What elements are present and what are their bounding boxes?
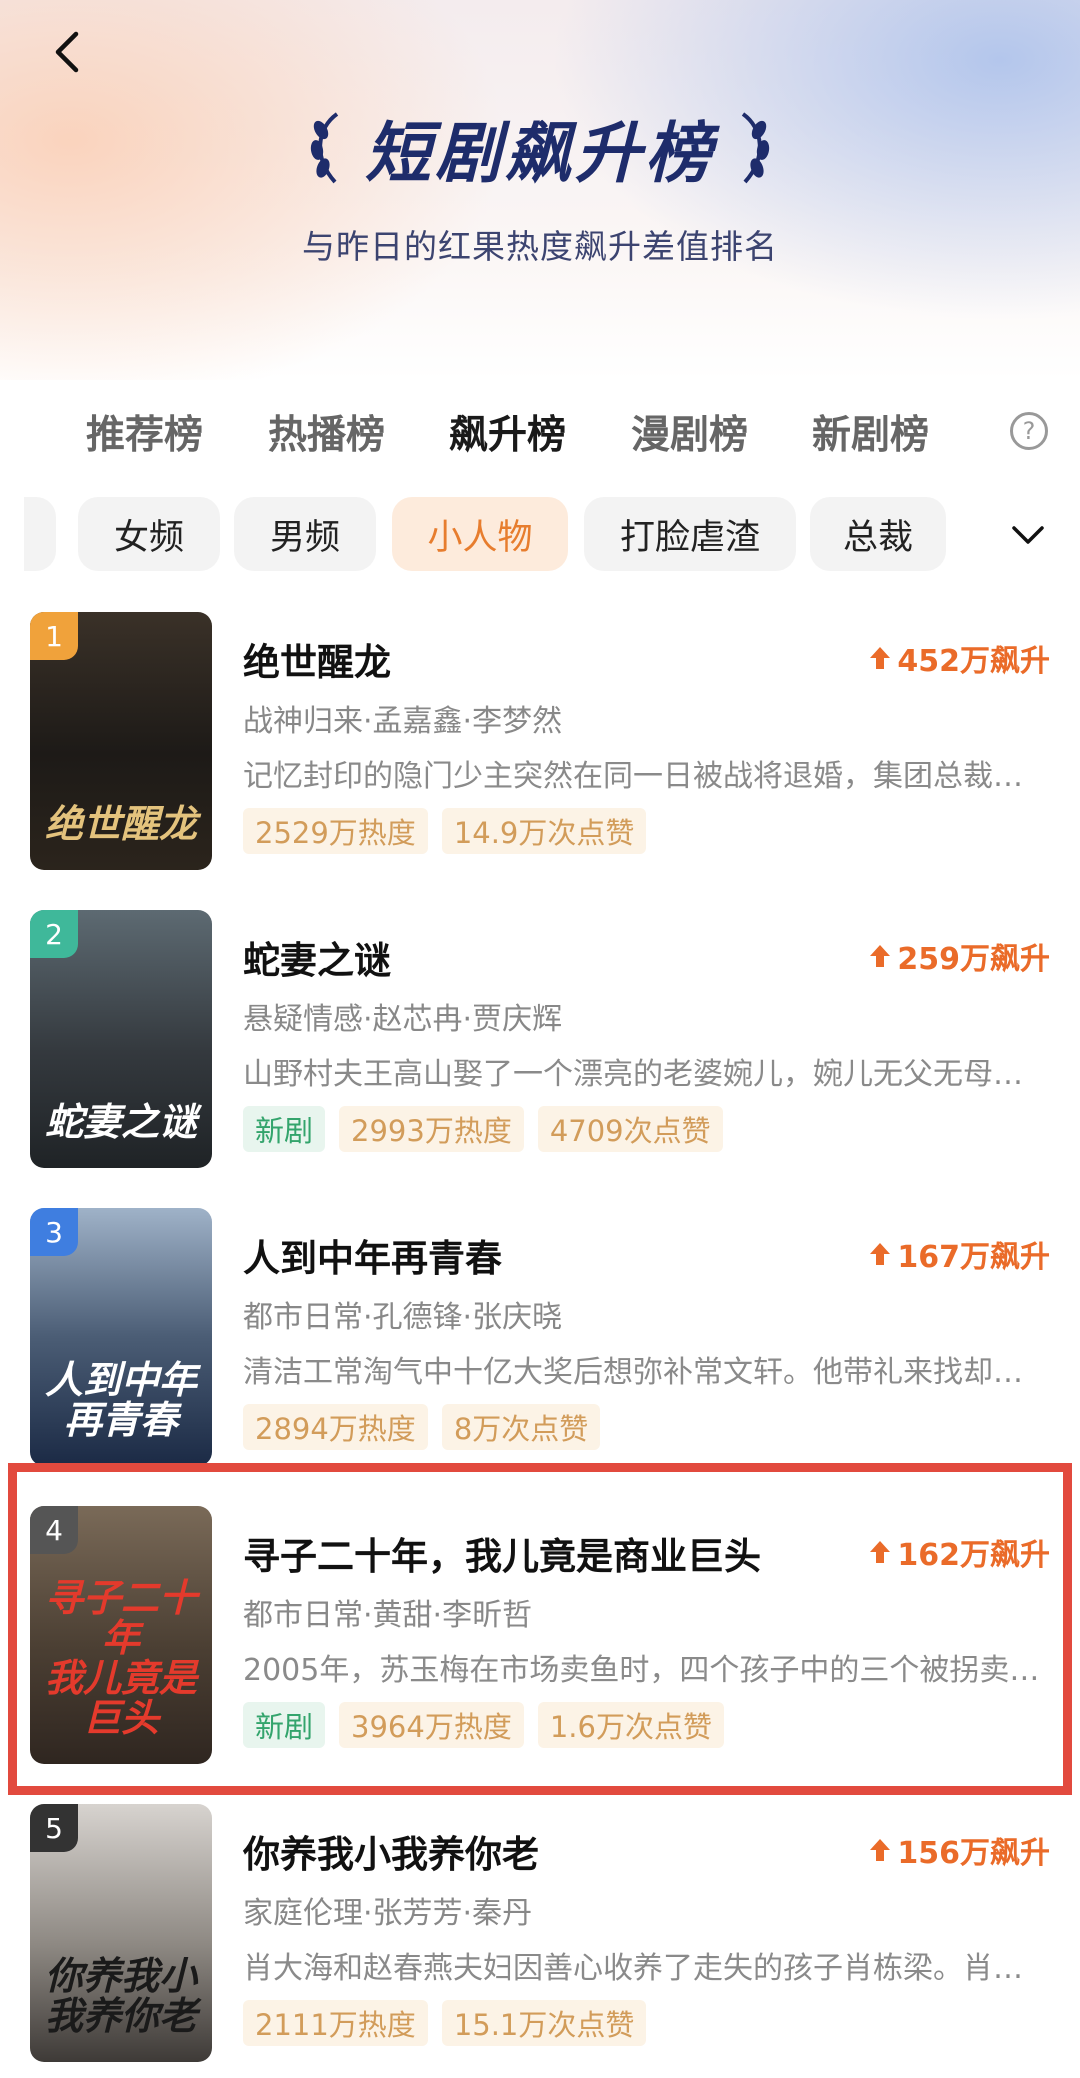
drama-title[interactable]: 蛇妻之谜 bbox=[243, 930, 391, 984]
highlight-box bbox=[8, 1463, 1072, 1795]
poster-title: 蛇妻之谜 bbox=[44, 1099, 197, 1145]
chip-male[interactable]: 男频 bbox=[234, 497, 376, 571]
tag-group: 2111万热度 15.1万次点赞 bbox=[243, 2000, 647, 2046]
drama-meta: 都市日常·孔德锋·张庆晓 bbox=[243, 1300, 563, 1335]
drama-description: 记忆封印的隐门少主突然在同一日被战将退婚，集团总裁… bbox=[243, 759, 1023, 794]
heat-tag: 2894万热度 bbox=[243, 1404, 428, 1450]
drama-meta: 家庭伦理·张芳芳·秦丹 bbox=[243, 1896, 533, 1931]
rise-value: 259万飙升 bbox=[897, 942, 1050, 977]
rise-indicator: 156万飙升 bbox=[869, 1828, 1050, 1872]
arrow-up-icon bbox=[870, 1839, 891, 1861]
likes-tag: 4709次点赞 bbox=[537, 1106, 723, 1152]
chip-female[interactable]: 女频 bbox=[78, 497, 220, 571]
chip-little-people[interactable]: 小人物 bbox=[392, 497, 568, 571]
help-icon[interactable]: ? bbox=[1010, 412, 1048, 450]
page-subtitle: 与昨日的红果热度飙升差值排名 bbox=[302, 227, 778, 266]
rise-indicator: 452万飙升 bbox=[869, 636, 1050, 680]
ranking-tabs: 推荐榜 热播榜 飙升榜 漫剧榜 新剧榜 ? bbox=[0, 392, 1080, 462]
chevron-left-icon bbox=[55, 31, 79, 73]
rank-badge: 5 bbox=[30, 1804, 78, 1852]
tab-comic[interactable]: 漫剧榜 bbox=[631, 404, 748, 460]
tab-hot[interactable]: 热播榜 bbox=[268, 404, 385, 460]
heat-tag: 2111万热度 bbox=[243, 2000, 428, 2046]
rise-value: 156万飙升 bbox=[897, 1836, 1050, 1871]
rise-indicator: 167万飙升 bbox=[869, 1232, 1050, 1276]
tag-group: 新剧 2993万热度 4709次点赞 bbox=[243, 1106, 723, 1152]
drama-description: 山野村夫王高山娶了一个漂亮的老婆婉儿，婉儿无父无母… bbox=[243, 1057, 1023, 1092]
tag-group: 2529万热度 14.9万次点赞 bbox=[243, 808, 647, 854]
drama-meta: 悬疑情感·赵芯冉·贾庆辉 bbox=[243, 1002, 563, 1037]
drama-description: 肖大海和赵春燕夫妇因善心收养了走失的孩子肖栋梁。肖… bbox=[243, 1951, 1023, 1986]
new-drama-badge: 新剧 bbox=[243, 1106, 326, 1152]
drama-title[interactable]: 你养我小我养你老 bbox=[243, 1824, 539, 1878]
arrow-up-icon bbox=[870, 1243, 891, 1265]
rise-indicator: 259万飙升 bbox=[869, 934, 1050, 978]
chip-ceo[interactable]: 总裁 bbox=[810, 497, 946, 571]
chip-face-slap[interactable]: 打脸虐渣 bbox=[584, 497, 796, 571]
list-item[interactable]: 你养我小 我养你老 5 你养我小我养你老 156万飙升 家庭伦理·张芳芳·秦丹 … bbox=[0, 1788, 1080, 2078]
arrow-up-icon bbox=[870, 647, 891, 669]
chip-partial[interactable] bbox=[24, 497, 56, 571]
category-chips: 女频 男频 小人物 打脸虐渣 总裁 bbox=[24, 497, 1024, 573]
poster-title: 绝世醒龙 bbox=[44, 801, 197, 847]
poster-title: 人到中年 再青春 bbox=[44, 1357, 197, 1443]
likes-tag: 15.1万次点赞 bbox=[441, 2000, 647, 2046]
drama-title[interactable]: 绝世醒龙 bbox=[243, 632, 391, 686]
list-item[interactable]: 绝世醒龙 1 绝世醒龙 452万飙升 战神归来·孟嘉鑫·李梦然 记忆封印的隐门少… bbox=[0, 596, 1080, 894]
likes-tag: 14.9万次点赞 bbox=[441, 808, 647, 854]
likes-tag: 8万次点赞 bbox=[441, 1404, 601, 1450]
list-item[interactable]: 人到中年 再青春 3 人到中年再青春 167万飙升 都市日常·孔德锋·张庆晓 清… bbox=[0, 1192, 1080, 1490]
arrow-up-icon bbox=[870, 945, 891, 967]
rise-value: 452万飙升 bbox=[897, 644, 1050, 679]
drama-title[interactable]: 人到中年再青春 bbox=[243, 1228, 502, 1282]
page-title-group: 短剧飙升榜 bbox=[0, 100, 1080, 196]
back-button[interactable] bbox=[44, 26, 96, 78]
laurel-left-icon bbox=[310, 112, 339, 184]
list-item[interactable]: 蛇妻之谜 2 蛇妻之谜 259万飙升 悬疑情感·赵芯冉·贾庆辉 山野村夫王高山娶… bbox=[0, 894, 1080, 1192]
tab-rising[interactable]: 飙升榜 bbox=[449, 404, 566, 460]
heat-tag: 2993万热度 bbox=[339, 1106, 524, 1152]
page-title: 短剧飙升榜 bbox=[365, 115, 715, 192]
drama-description: 清洁工常淘气中十亿大奖后想弥补常文轩。他带礼来找却… bbox=[243, 1355, 1023, 1390]
rank-badge: 1 bbox=[30, 612, 78, 660]
poster-title: 你养我小 我养你老 bbox=[44, 1953, 197, 2039]
tab-recommended[interactable]: 推荐榜 bbox=[86, 404, 203, 460]
drama-meta: 战神归来·孟嘉鑫·李梦然 bbox=[243, 704, 563, 739]
laurel-right-icon bbox=[741, 112, 770, 184]
heat-tag: 2529万热度 bbox=[243, 808, 428, 854]
rise-value: 167万飙升 bbox=[897, 1240, 1050, 1275]
tag-group: 2894万热度 8万次点赞 bbox=[243, 1404, 601, 1450]
rank-badge: 2 bbox=[30, 910, 78, 958]
rank-badge: 3 bbox=[30, 1208, 78, 1256]
tab-new[interactable]: 新剧榜 bbox=[812, 404, 929, 460]
chevron-down-icon[interactable] bbox=[1010, 520, 1046, 550]
